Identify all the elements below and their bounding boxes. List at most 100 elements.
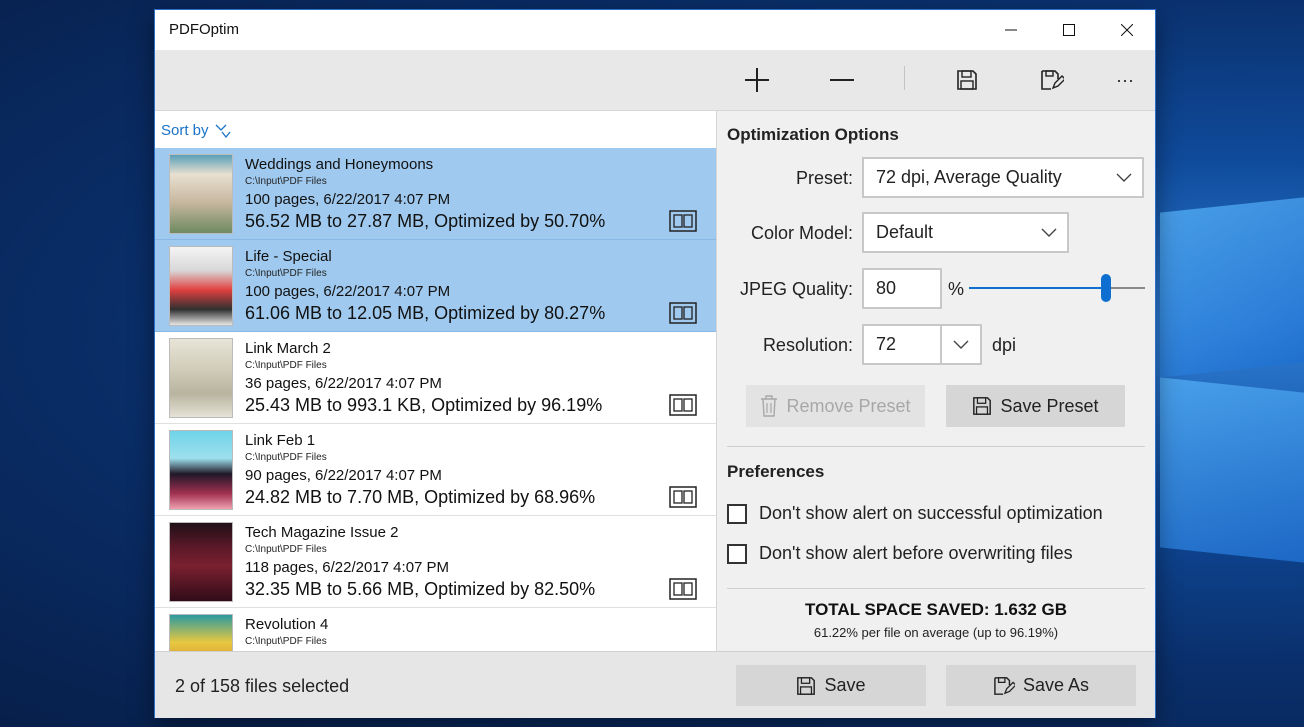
file-name: Weddings and Honeymoons: [245, 156, 434, 173]
resolution-label: Resolution:: [762, 335, 853, 355]
plus-icon: [745, 68, 769, 92]
preset-dropdown[interactable]: 72 dpi, Average Quality: [862, 157, 1144, 198]
jpeg-quality-input[interactable]: 80: [862, 268, 942, 309]
title-bar: PDFOptim: [155, 10, 1155, 50]
resolution-value: 72: [876, 334, 897, 354]
toolbar: ···: [155, 50, 1155, 111]
checkbox-box[interactable]: [727, 543, 747, 564]
file-path: C:\Input\PDF Files: [245, 176, 327, 187]
save-as-button[interactable]: Save As: [946, 665, 1136, 706]
file-meta: 90 pages, 6/22/2017 4:07 PM: [245, 467, 442, 484]
pdf-thumbnail: [169, 430, 233, 510]
toolbar-separator: [904, 66, 905, 90]
compare-pages-icon[interactable]: [669, 302, 697, 324]
pdf-thumbnail: [169, 522, 233, 602]
resolution-dropdown-button[interactable]: [940, 326, 980, 363]
jpeg-quality-unit: %: [948, 279, 965, 299]
app-window: PDFOptim ··· Sort by Weddings and Honeym…: [155, 10, 1155, 718]
file-result: 25.43 MB to 993.1 KB, Optimized by 96.19…: [245, 395, 603, 415]
chevron-down-icon: [1116, 173, 1132, 182]
preferences-heading: Preferences: [727, 462, 825, 481]
add-files-button[interactable]: [735, 60, 779, 100]
file-name: Link Feb 1: [245, 432, 316, 449]
minus-icon: [830, 79, 854, 81]
file-meta: 118 pages, 6/22/2017 4:07 PM: [245, 559, 450, 576]
file-result: 24.82 MB to 7.70 MB, Optimized by 68.96%: [245, 487, 596, 507]
list-item[interactable]: Tech Magazine Issue 2 C:\Input\PDF Files…: [155, 516, 716, 608]
status-bar: 2 of 158 files selected Save Save As: [155, 651, 1155, 718]
desktop-background-pane: [1160, 377, 1304, 563]
compare-pages-icon[interactable]: [669, 578, 697, 600]
file-meta: 100 pages, 6/22/2017 4:07 PM: [245, 283, 451, 300]
file-list: Weddings and Honeymoons C:\Input\PDF Fil…: [155, 148, 716, 651]
save-icon: [973, 397, 992, 415]
jpeg-quality-slider[interactable]: [969, 273, 1145, 303]
slider-thumb[interactable]: [1101, 274, 1111, 302]
file-name: Link March 2: [245, 340, 331, 357]
save-as-label: Save As: [1022, 675, 1090, 695]
no-overwrite-alert-label: Don't show alert before overwriting file…: [759, 543, 1073, 563]
file-meta: 36 pages, 6/22/2017 4:07 PM: [245, 375, 442, 392]
list-item[interactable]: Link Feb 1 C:\Input\PDF Files 90 pages, …: [155, 424, 716, 516]
chevron-down-icon: [953, 340, 969, 349]
compare-pages-icon[interactable]: [669, 394, 697, 416]
pdf-thumbnail: [169, 154, 233, 234]
compare-pages-icon[interactable]: [669, 486, 697, 508]
selection-count: 2 of 158 files selected: [175, 676, 350, 696]
maximize-icon: [1063, 24, 1075, 36]
preset-value: 72 dpi, Average Quality: [876, 167, 1062, 187]
jpeg-quality-label: JPEG Quality:: [739, 279, 853, 299]
file-result: 32.35 MB to 5.66 MB, Optimized by 82.50%: [245, 579, 596, 599]
file-name: Tech Magazine Issue 2: [245, 524, 399, 541]
file-path: C:\Input\PDF Files: [245, 636, 327, 647]
maximize-button[interactable]: [1041, 10, 1097, 50]
list-item[interactable]: Life - Special C:\Input\PDF Files 100 pa…: [155, 240, 716, 332]
file-path: C:\Input\PDF Files: [245, 360, 327, 371]
no-overwrite-alert-checkbox[interactable]: Don't show alert before overwriting file…: [727, 543, 1073, 564]
list-item[interactable]: Weddings and Honeymoons C:\Input\PDF Fil…: [155, 148, 716, 240]
trash-icon: [761, 395, 778, 417]
color-model-dropdown[interactable]: Default: [862, 212, 1069, 253]
file-path: C:\Input\PDF Files: [245, 268, 327, 279]
resolution-combobox[interactable]: 72: [862, 324, 982, 365]
color-model-label: Color Model:: [750, 223, 853, 243]
more-options-button[interactable]: ···: [1103, 60, 1147, 100]
divider: [727, 446, 1145, 447]
desktop-background-pane: [1160, 197, 1304, 378]
divider: [727, 588, 1145, 589]
color-model-value: Default: [876, 222, 934, 242]
sort-by-button[interactable]: Sort by: [161, 122, 231, 139]
close-button[interactable]: [1099, 10, 1155, 50]
save-preset-button[interactable]: Save Preset: [946, 385, 1125, 427]
close-icon: [1121, 24, 1133, 36]
list-item[interactable]: Link March 2 C:\Input\PDF Files 36 pages…: [155, 332, 716, 424]
file-result: 56.52 MB to 27.87 MB, Optimized by 50.70…: [245, 211, 606, 231]
save-as-icon: [994, 676, 1015, 695]
save-icon: [957, 70, 977, 90]
pdf-thumbnail: [169, 338, 233, 418]
minimize-icon: [1005, 29, 1017, 31]
optimization-options-heading: Optimization Options: [727, 125, 899, 144]
no-success-alert-label: Don't show alert on successful optimizat…: [759, 503, 1103, 523]
toolbar-save-as-button[interactable]: [1030, 60, 1074, 100]
list-item[interactable]: Revolution 4 C:\Input\PDF Files: [155, 608, 716, 651]
save-preset-label: Save Preset: [1000, 395, 1099, 416]
file-result: 61.06 MB to 12.05 MB, Optimized by 80.27…: [245, 303, 606, 323]
no-success-alert-checkbox[interactable]: Don't show alert on successful optimizat…: [727, 503, 1103, 524]
save-label: Save: [824, 675, 866, 695]
toolbar-save-button[interactable]: [945, 60, 989, 100]
preset-label: Preset:: [795, 168, 853, 188]
file-list-panel: Sort by Weddings and Honeymoons C:\Input…: [155, 111, 717, 651]
file-meta: 100 pages, 6/22/2017 4:07 PM: [245, 191, 451, 208]
minimize-button[interactable]: [983, 10, 1039, 50]
compare-pages-icon[interactable]: [669, 210, 697, 232]
remove-files-button[interactable]: [820, 60, 864, 100]
chevron-down-icon: [1041, 228, 1057, 237]
save-button[interactable]: Save: [736, 665, 926, 706]
checkbox-box[interactable]: [727, 503, 747, 524]
resolution-unit: dpi: [992, 335, 1017, 355]
options-panel: Optimization Options Preset: 72 dpi, Ave…: [717, 111, 1155, 651]
remove-preset-button[interactable]: Remove Preset: [746, 385, 925, 427]
pdf-thumbnail: [169, 614, 233, 651]
file-path: C:\Input\PDF Files: [245, 544, 327, 555]
